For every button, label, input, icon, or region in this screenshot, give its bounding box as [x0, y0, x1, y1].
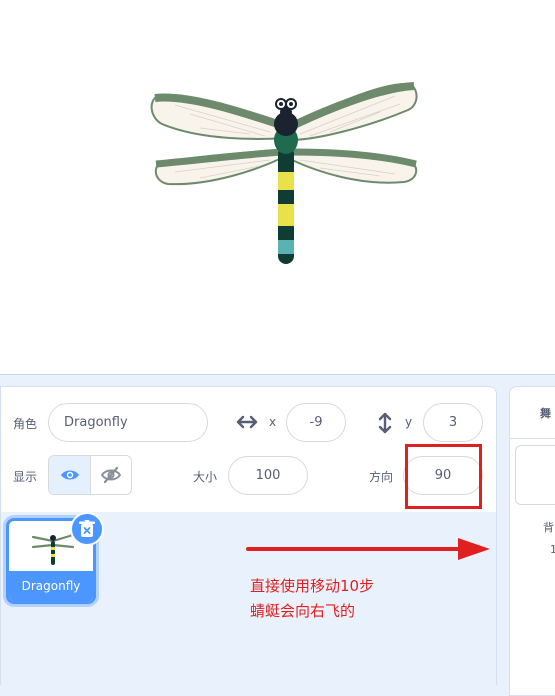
- red-arrow-annotation: [246, 538, 490, 560]
- direction-highlight-box: [405, 444, 482, 509]
- y-label: y: [405, 415, 413, 429]
- visibility-toggle: [48, 455, 132, 495]
- horizontal-arrows-icon: [236, 415, 258, 429]
- hide-button[interactable]: [91, 456, 131, 494]
- annotation-line-2: 蜻蜓会向右飞的: [250, 602, 356, 620]
- sprite-thumbnail-name: Dragonfly: [9, 571, 93, 601]
- annotation-line-1: 直接使用移动10步: [250, 577, 375, 595]
- eye-slash-icon: [101, 466, 121, 484]
- stage-canvas[interactable]: [0, 0, 555, 375]
- trash-icon: [79, 520, 95, 537]
- sprite-label: 角色: [13, 417, 38, 431]
- vertical-arrows-icon: [378, 412, 392, 434]
- stage-backdrop-panel[interactable]: 舞 背 1: [509, 386, 555, 696]
- dragonfly-thumbnail-icon: [31, 533, 75, 565]
- direction-label: 方向: [369, 470, 394, 484]
- x-label: x: [269, 415, 277, 429]
- stage-panel-title: 舞: [510, 387, 555, 439]
- backdrop-count: 1: [550, 543, 555, 556]
- delete-sprite-button[interactable]: [70, 512, 104, 546]
- stage-thumbnail[interactable]: [515, 445, 555, 505]
- x-input[interactable]: -9: [286, 403, 346, 442]
- sprite-name-input[interactable]: Dragonfly: [48, 403, 208, 442]
- show-label: 显示: [13, 470, 38, 484]
- dragonfly-sprite[interactable]: [0, 0, 555, 374]
- size-label: 大小: [193, 470, 218, 484]
- show-button[interactable]: [49, 456, 91, 494]
- size-input[interactable]: 100: [228, 456, 308, 495]
- backdrop-label: 背: [543, 521, 554, 534]
- eye-icon: [61, 470, 79, 480]
- y-input[interactable]: 3: [423, 403, 483, 442]
